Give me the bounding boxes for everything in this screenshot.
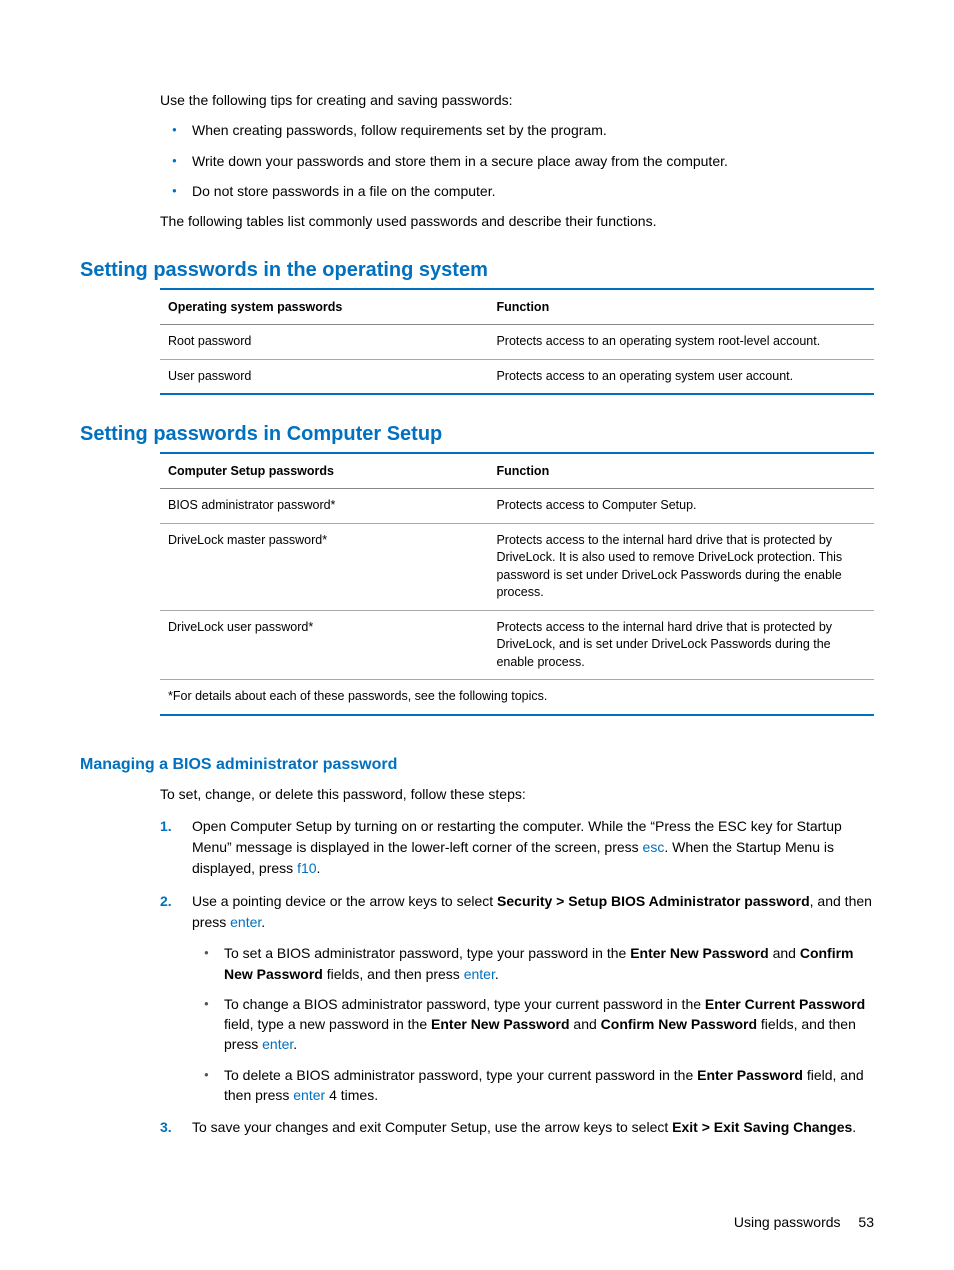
tips-list: When creating passwords, follow requirem… [160, 120, 874, 201]
substep-text: To set a BIOS administrator password, ty… [224, 945, 630, 961]
computer-setup-table: Computer Setup passwords Function BIOS a… [160, 452, 874, 716]
table-header: Computer Setup passwords [160, 453, 488, 489]
list-item: To delete a BIOS administrator password,… [192, 1065, 874, 1106]
substep-text: fields, and then press [323, 966, 464, 982]
substep-text: and [769, 945, 800, 961]
key-label: esc [643, 839, 665, 855]
steps-list: Open Computer Setup by turning on or res… [160, 816, 874, 1138]
computer-setup-section: Setting passwords in Computer Setup Comp… [160, 423, 874, 716]
bold-text: Exit > Exit Saving Changes [672, 1119, 852, 1135]
substep-text: . [293, 1036, 297, 1052]
section-heading: Setting passwords in the operating syste… [80, 259, 874, 282]
list-item: Write down your passwords and store them… [160, 151, 874, 171]
key-label: enter [464, 966, 495, 982]
table-header: Operating system passwords [160, 289, 488, 325]
document-page: Use the following tips for creating and … [0, 0, 954, 1270]
table-row: DriveLock master password* Protects acce… [160, 523, 874, 610]
key-label: enter [293, 1087, 325, 1103]
substep-text: 4 times. [325, 1087, 378, 1103]
key-label: enter [230, 914, 261, 930]
step-text: To save your changes and exit Computer S… [192, 1119, 672, 1135]
table-footnote-row: *For details about each of these passwor… [160, 680, 874, 715]
list-item: Do not store passwords in a file on the … [160, 181, 874, 201]
table-cell: User password [160, 359, 488, 394]
os-passwords-section: Setting passwords in the operating syste… [160, 259, 874, 395]
key-label: enter [262, 1036, 293, 1052]
page-footer: Using passwords 53 [734, 1214, 874, 1230]
table-cell: DriveLock user password* [160, 610, 488, 680]
table-cell: Protects access to an operating system r… [488, 325, 874, 360]
table-cell: DriveLock master password* [160, 523, 488, 610]
step-text: . [261, 914, 265, 930]
table-header-row: Operating system passwords Function [160, 289, 874, 325]
bios-admin-section: Managing a BIOS administrator password T… [160, 756, 874, 1138]
table-cell: Root password [160, 325, 488, 360]
step-item: To save your changes and exit Computer S… [160, 1117, 874, 1138]
intro-text-2: The following tables list commonly used … [160, 211, 874, 231]
substep-text: . [495, 966, 499, 982]
table-row: BIOS administrator password* Protects ac… [160, 489, 874, 524]
table-row: Root password Protects access to an oper… [160, 325, 874, 360]
substep-text: To delete a BIOS administrator password,… [224, 1067, 697, 1083]
table-header: Function [488, 453, 874, 489]
table-cell: Protects access to the internal hard dri… [488, 523, 874, 610]
substep-text: To change a BIOS administrator password,… [224, 996, 705, 1012]
intro-section: Use the following tips for creating and … [160, 90, 874, 231]
step-text: . [317, 860, 321, 876]
list-item: When creating passwords, follow requirem… [160, 120, 874, 140]
intro-text: Use the following tips for creating and … [160, 90, 874, 110]
table-header-row: Computer Setup passwords Function [160, 453, 874, 489]
list-item: To set a BIOS administrator password, ty… [192, 943, 874, 984]
substep-text: field, type a new password in the [224, 1016, 431, 1032]
bold-text: Enter New Password [630, 945, 769, 961]
table-cell: BIOS administrator password* [160, 489, 488, 524]
table-header: Function [488, 289, 874, 325]
bold-text: Confirm New Password [601, 1016, 757, 1032]
page-number: 53 [858, 1214, 874, 1230]
step-text: Use a pointing device or the arrow keys … [192, 893, 497, 909]
list-item: To change a BIOS administrator password,… [192, 994, 874, 1055]
table-cell: Protects access to the internal hard dri… [488, 610, 874, 680]
table-cell: Protects access to Computer Setup. [488, 489, 874, 524]
table-row: DriveLock user password* Protects access… [160, 610, 874, 680]
step-text: . [852, 1119, 856, 1135]
bold-text: Enter New Password [431, 1016, 570, 1032]
table-footnote: *For details about each of these passwor… [160, 680, 874, 715]
step-item: Use a pointing device or the arrow keys … [160, 891, 874, 1105]
step-item: Open Computer Setup by turning on or res… [160, 816, 874, 879]
section-heading: Setting passwords in Computer Setup [80, 423, 874, 446]
substeps-list: To set a BIOS administrator password, ty… [192, 943, 874, 1105]
substep-text: and [570, 1016, 601, 1032]
key-label: f10 [297, 860, 316, 876]
bios-intro: To set, change, or delete this password,… [160, 784, 874, 804]
bold-text: Enter Password [697, 1067, 803, 1083]
bold-text: Enter Current Password [705, 996, 865, 1012]
table-row: User password Protects access to an oper… [160, 359, 874, 394]
subsection-heading: Managing a BIOS administrator password [80, 756, 874, 774]
bold-text: Security > Setup BIOS Administrator pass… [497, 893, 810, 909]
table-cell: Protects access to an operating system u… [488, 359, 874, 394]
footer-text: Using passwords [734, 1214, 841, 1230]
os-passwords-table: Operating system passwords Function Root… [160, 288, 874, 395]
